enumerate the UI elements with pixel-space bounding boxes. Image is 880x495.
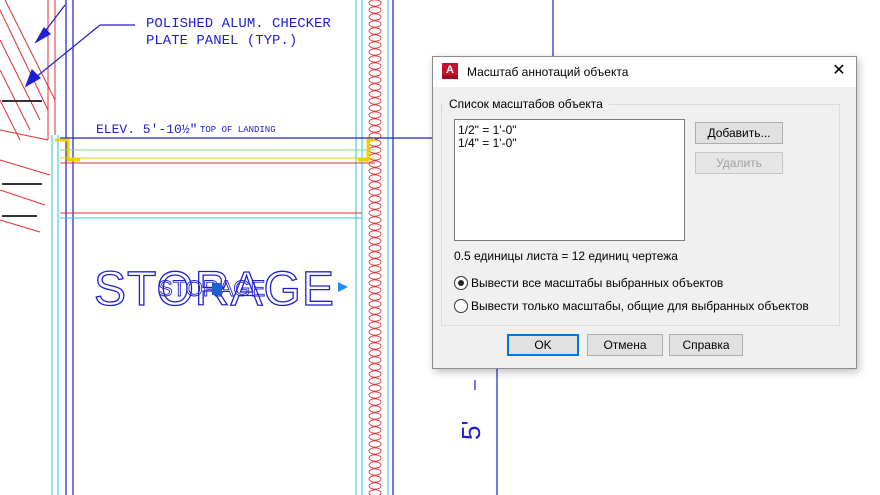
note-line-2: PLATE PANEL (TYP.) xyxy=(146,33,297,49)
grip-arrow[interactable] xyxy=(338,282,348,292)
grip-handle[interactable] xyxy=(212,283,222,295)
delete-button[interactable]: Удалить xyxy=(695,152,783,174)
dimension-text: 5' xyxy=(456,421,486,440)
autocad-app-icon: A xyxy=(442,63,458,79)
cancel-button[interactable]: Отмена xyxy=(587,334,663,356)
insulation-pattern xyxy=(368,0,382,495)
dialog-title: Масштаб аннотаций объекта xyxy=(467,65,629,79)
scale-info-text: 0.5 единицы листа = 12 единиц чертежа xyxy=(454,249,678,263)
left-dots xyxy=(2,100,42,217)
radio-all-button[interactable] xyxy=(454,276,468,290)
elevation-sublabel: TOP OF LANDING xyxy=(200,125,276,135)
annotation-scale-dialog: A Масштаб аннотаций объекта ✕ Список мас… xyxy=(432,56,857,369)
elevation-label: ELEV. 5'-10½" xyxy=(96,122,197,137)
close-icon[interactable]: ✕ xyxy=(828,61,850,81)
landing-lines xyxy=(55,137,432,219)
radio-common-label: Вывести только масштабы, общие для выбра… xyxy=(471,299,809,313)
note-line-1: POLISHED ALUM. CHECKER xyxy=(146,16,331,32)
scale-list-group-label: Список масштабов объекта xyxy=(443,97,609,111)
dialog-titlebar[interactable]: A Масштаб аннотаций объекта ✕ xyxy=(433,57,856,87)
list-item[interactable]: 1/4" = 1'-0" xyxy=(455,137,684,150)
ok-button[interactable]: OK xyxy=(507,334,579,356)
help-button[interactable]: Справка xyxy=(669,334,743,356)
room-label-small: STORAGE xyxy=(158,276,265,301)
scale-listbox[interactable]: 1/2" = 1'-0" 1/4" = 1'-0" xyxy=(454,119,685,241)
radio-all-label: Вывести все масштабы выбранных объектов xyxy=(471,276,724,290)
add-button[interactable]: Добавить... xyxy=(695,122,783,144)
radio-common-button[interactable] xyxy=(454,299,468,313)
wall-lines-cyan xyxy=(51,0,389,495)
